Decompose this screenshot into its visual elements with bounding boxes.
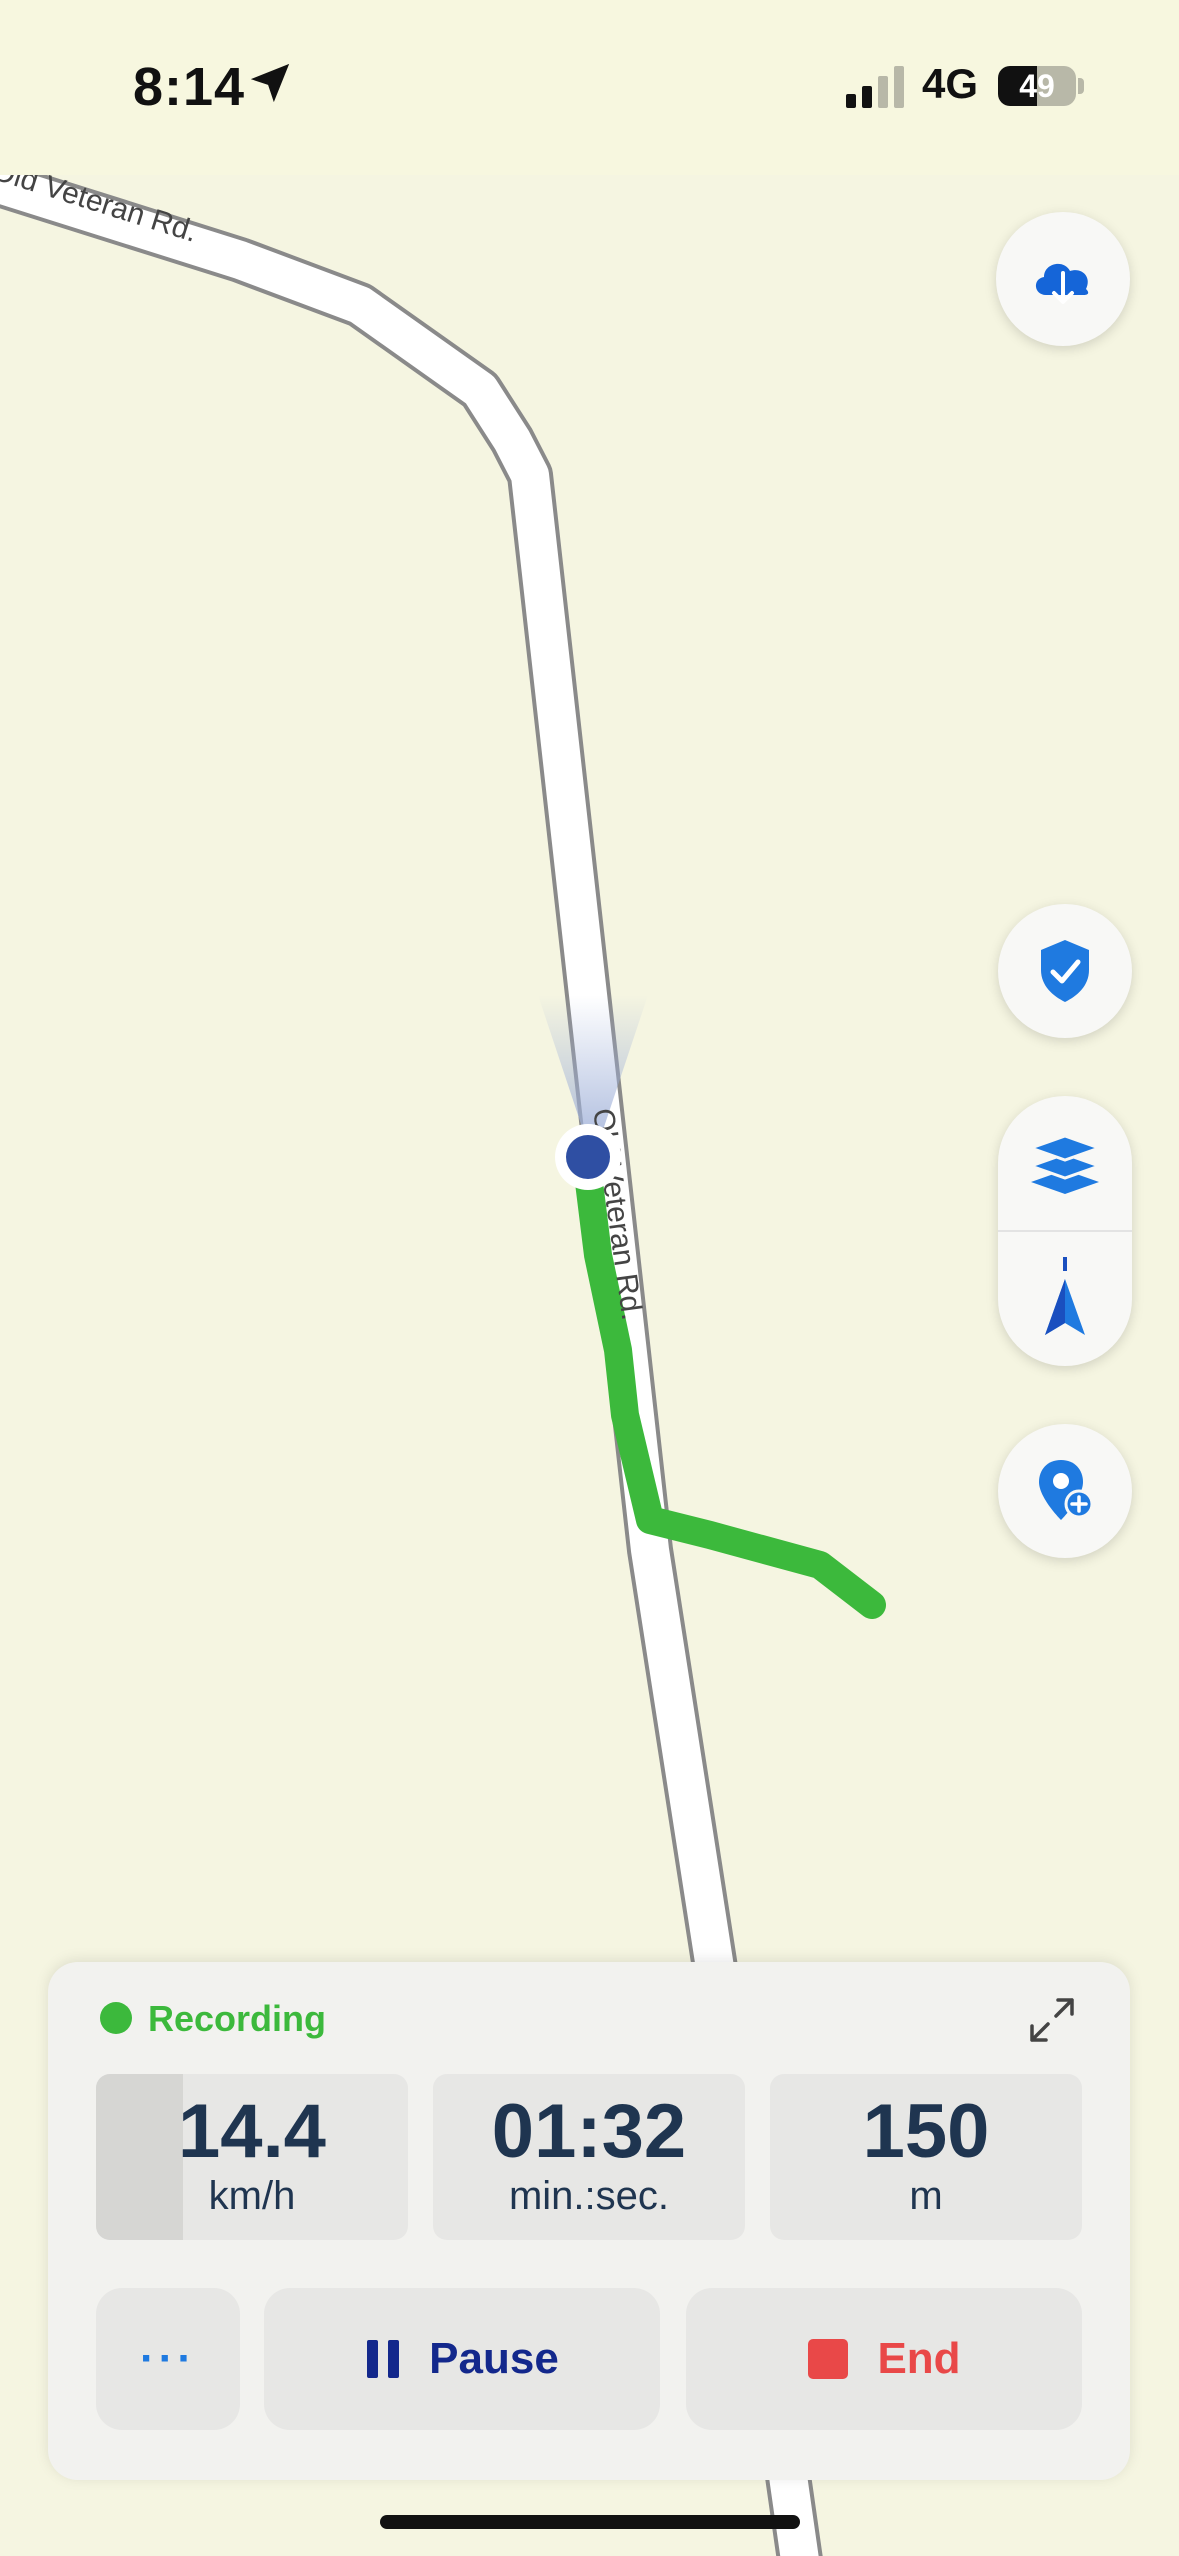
stop-icon <box>808 2339 849 2379</box>
battery-tip <box>1078 78 1084 94</box>
home-indicator <box>380 2515 800 2529</box>
cellular-signal-icon <box>846 66 904 108</box>
pause-label: Pause <box>429 2334 559 2383</box>
speed-unit: km/h <box>208 2174 296 2218</box>
battery-icon: 49 <box>998 66 1076 106</box>
recording-panel: Recording 14.4 km/h 01:32 min.:sec. 150 … <box>48 1962 1130 2480</box>
shield-check-icon <box>1041 940 1089 1002</box>
north-arrow-icon <box>1045 1257 1085 1335</box>
safety-button[interactable] <box>998 904 1132 1038</box>
distance-unit: m <box>909 2174 943 2218</box>
recording-status: Recording <box>148 1998 327 2039</box>
pause-icon <box>367 2340 400 2378</box>
cloud-download-icon <box>1035 263 1089 304</box>
offline-download-button[interactable] <box>996 212 1130 346</box>
network-type: 4G <box>922 60 979 107</box>
pause-button[interactable]: Pause <box>264 2288 660 2430</box>
recording-indicator <box>100 2002 132 2034</box>
duration-stat: 01:32 min.:sec. <box>433 2074 745 2240</box>
map-controls-group <box>998 1096 1132 1366</box>
end-label: End <box>877 2334 961 2383</box>
speed-value: 14.4 <box>178 2089 326 2174</box>
layers-button[interactable] <box>998 1096 1132 1230</box>
distance-stat: 150 m <box>770 2074 1082 2240</box>
status-bar: 8:14 4G 49 <box>0 0 1179 175</box>
duration-value: 01:32 <box>491 2089 687 2174</box>
more-button[interactable]: ··· <box>96 2288 240 2430</box>
add-place-button[interactable] <box>998 1424 1132 1558</box>
distance-value: 150 <box>862 2089 990 2174</box>
status-time: 8:14 <box>133 57 246 117</box>
expand-icon[interactable] <box>1024 1992 1080 2048</box>
duration-unit: min.:sec. <box>508 2174 670 2218</box>
compass-button[interactable] <box>998 1232 1132 1366</box>
layers-icon <box>1029 1134 1101 1194</box>
add-location-pin-icon <box>1039 1460 1094 1520</box>
more-icon: ··· <box>140 2334 196 2383</box>
speed-stat: 14.4 km/h <box>96 2074 408 2240</box>
end-button[interactable]: End <box>686 2288 1082 2430</box>
location-arrow-icon <box>250 63 290 103</box>
